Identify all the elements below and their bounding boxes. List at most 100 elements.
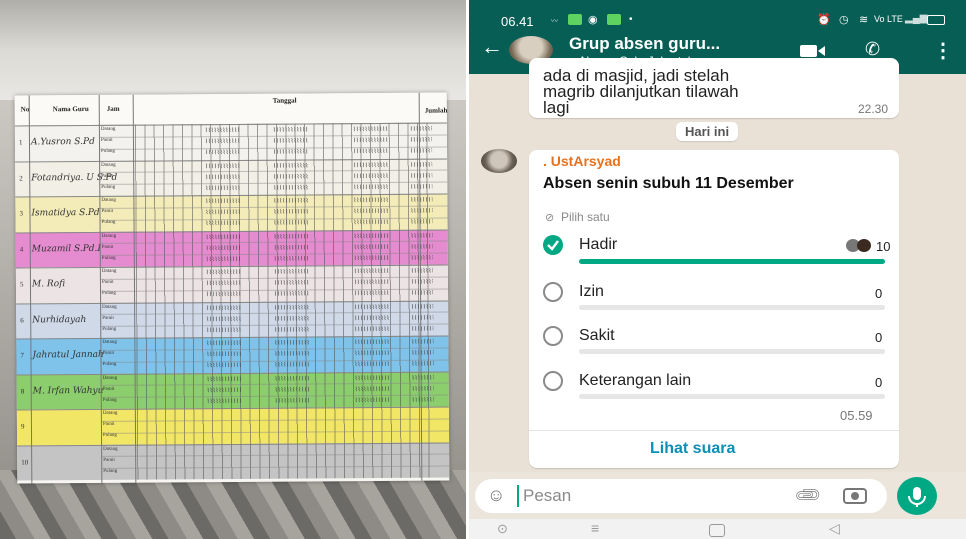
handwritten-signature: ⌇⌇⌇⌇⌇⌇⌇⌇⌇⌇⌇⌇	[206, 350, 242, 359]
text-cursor	[517, 485, 519, 507]
handwritten-signature: ⌇⌇⌇⌇⌇⌇⌇⌇⌇⌇⌇⌇	[204, 137, 241, 146]
teacher-number: 8	[20, 386, 25, 395]
app-notification-icon	[568, 14, 582, 25]
handwritten-signature: ⌇⌇⌇⌇⌇⌇⌇⌇⌇⌇⌇⌇	[410, 232, 433, 240]
handwritten-signature: ⌇⌇⌇⌇⌇⌇⌇⌇⌇⌇⌇⌇	[352, 136, 389, 145]
handwritten-signature: ⌇⌇⌇⌇⌇⌇⌇⌇⌇⌇⌇⌇	[206, 315, 242, 323]
status-wave-icon: 〰	[551, 18, 558, 25]
handwritten-signature: ⌇⌇⌇⌇⌇⌇⌇⌇⌇⌇⌇⌇	[206, 397, 242, 405]
back-arrow-icon[interactable]: ←	[481, 34, 503, 60]
handwritten-signature: ⌇⌇⌇⌇⌇⌇⌇⌇⌇⌇⌇⌇	[274, 290, 310, 298]
teacher-number: 1	[18, 138, 23, 147]
handwritten-signature: ⌇⌇⌇⌇⌇⌇⌇⌇⌇⌇⌇⌇	[353, 161, 389, 169]
handwritten-signature: ⌇⌇⌇⌇⌇⌇⌇⌇⌇⌇⌇⌇	[273, 243, 309, 252]
previous-message-bubble[interactable]: ada di masjid, jadi stelah magrib dilanj…	[529, 58, 899, 118]
poll-option-label[interactable]: Keterangan lain	[579, 372, 691, 390]
handwritten-signature: ⌇⌇⌇⌇⌇⌇⌇⌇⌇⌇⌇⌇	[354, 396, 390, 404]
handwritten-signature: ⌇⌇⌇⌇⌇⌇⌇⌇⌇⌇⌇⌇	[411, 385, 434, 393]
attendance-sheet-photo: No Nama Guru Jam Tanggal Jumlah 1 A.Yusro…	[0, 0, 466, 539]
handwritten-signature: ⌇⌇⌇⌇⌇⌇⌇⌇⌇⌇⌇⌇	[354, 360, 390, 369]
handwritten-signature: ⌇⌇⌇⌇⌇⌇⌇⌇⌇⌇⌇⌇	[410, 172, 433, 180]
time-slot-label: Datang	[102, 339, 117, 345]
voice-message-button[interactable]	[897, 477, 937, 515]
col-jam-label: Jam	[106, 104, 120, 113]
poll-sender[interactable]: . UstArsyad	[543, 153, 621, 169]
handwritten-signature: ⌇⌇⌇⌇⌇⌇⌇⌇⌇⌇⌇⌇	[411, 396, 434, 404]
time-slot-label: Pulang	[103, 468, 118, 474]
teacher-row: 4 Muzamil S.Pd.I Datang Pamit Pulang ⌇⌇⌇⌇⌇⌇⌇⌇…	[15, 228, 448, 268]
poll-option-votes: 0	[875, 375, 883, 390]
poll-option-sakit-radio[interactable]	[543, 326, 563, 346]
handwritten-signature: ⌇⌇⌇⌇⌇⌇⌇⌇⌇⌇⌇⌇	[273, 254, 309, 263]
teacher-number: 9	[20, 422, 25, 431]
poll-option-izin-radio[interactable]	[543, 282, 563, 302]
handwritten-signature: ⌇⌇⌇⌇⌇⌇⌇⌇⌇⌇⌇⌇	[206, 339, 242, 348]
poll-bar-fill	[579, 259, 885, 264]
teacher-row: 3 Ismatidya S.Pd Datang Pamit Pulang ⌇⌇⌇⌇⌇⌇⌇⌇…	[15, 193, 448, 233]
message-line: magrib dilanjutkan tilawah	[543, 82, 739, 101]
handwritten-signature: ⌇⌇⌇⌇⌇⌇⌇⌇⌇⌇⌇⌇	[410, 254, 433, 262]
poll-option-label[interactable]: Hadir	[579, 236, 617, 254]
nav-extra-icon[interactable]: ⊙	[497, 521, 508, 537]
plastic-cover	[0, 0, 466, 100]
handwritten-signature: ⌇⌇⌇⌇⌇⌇⌇⌇⌇⌇⌇⌇	[354, 325, 390, 333]
poll-option-hadir-radio[interactable]	[543, 235, 563, 255]
handwritten-signature: ⌇⌇⌇⌇⌇⌇⌇⌇⌇⌇⌇⌇	[205, 219, 241, 228]
teacher-row: 1 A.Yusron S.Pd Datang Pamit Pulang ⌇⌇⌇⌇⌇⌇⌇⌇⌇…	[14, 122, 448, 162]
time-slot-label: Datang	[102, 410, 118, 416]
group-title[interactable]: Grup absen guru...	[569, 34, 720, 54]
sender-avatar[interactable]	[481, 149, 517, 173]
handwritten-signature: ⌇⌇⌇⌇⌇⌇⌇⌇⌇⌇⌇⌇	[353, 254, 389, 262]
handwritten-signature: ⌇⌇⌇⌇⌇⌇⌇⌇⌇⌇⌇⌇	[354, 314, 390, 322]
video-call-icon[interactable]	[800, 43, 826, 59]
poll-option-label[interactable]: Izin	[579, 283, 604, 301]
alarm-icon: ⏰	[817, 14, 831, 26]
message-input-container[interactable]: ☺ Pesan 📎︎	[475, 479, 887, 513]
handwritten-signature: ⌇⌇⌇⌇⌇⌇⌇⌇⌇⌇⌇⌇	[274, 350, 310, 358]
time-slot-label: Pulang	[103, 432, 117, 438]
time-slot-label: Datang	[100, 126, 116, 132]
handwritten-signature: ⌇⌇⌇⌇⌇⌇⌇⌇⌇⌇⌇⌇	[205, 208, 241, 217]
poll-option-label[interactable]: Sakit	[579, 327, 615, 345]
poll-option-votes: 10	[876, 239, 891, 254]
handwritten-signature: ⌇⌇⌇⌇⌇⌇⌇⌇⌇⌇⌇⌇	[206, 290, 242, 299]
nav-home-icon[interactable]	[709, 524, 725, 537]
poll-option-keterangan-radio[interactable]	[543, 371, 563, 391]
check-double-icon: ⊘	[545, 212, 555, 224]
time-slot-label: Datang	[101, 197, 116, 203]
handwritten-signature: ⌇⌇⌇⌇⌇⌇⌇⌇⌇⌇⌇⌇	[353, 278, 390, 287]
time-slot-label: Datang	[101, 162, 116, 168]
view-votes-button[interactable]: Lihat suara	[650, 440, 735, 458]
col-nama-label: Nama Guru	[52, 104, 89, 114]
camera-icon[interactable]	[843, 488, 867, 504]
teacher-row: 2 Fotandriya. U S.Pd Datang Pamit Pulang ⌇⌇⌇⌇…	[15, 157, 448, 197]
handwritten-signature: ⌇⌇⌇⌇⌇⌇⌇⌇⌇⌇⌇⌇	[272, 126, 309, 134]
nav-back-icon[interactable]: ◁	[829, 520, 840, 537]
time-slot-label: Pamit	[102, 386, 115, 392]
handwritten-signature: ⌇⌇⌇⌇⌇⌇⌇⌇⌇⌇⌇⌇	[273, 208, 309, 216]
handwritten-signature: ⌇⌇⌇⌇⌇⌇⌇⌇⌇⌇⌇⌇	[410, 267, 433, 275]
handwritten-signature: ⌇⌇⌇⌇⌇⌇⌇⌇⌇⌇⌇⌇	[205, 148, 241, 157]
handwritten-signature: ⌇⌇⌇⌇⌇⌇⌇⌇⌇⌇⌇⌇	[205, 279, 242, 288]
teacher-row: 7 Jahratul Jannah Datang Pamit Pulang ⌇⌇⌇⌇⌇⌇⌇…	[16, 335, 449, 375]
nav-recents-icon[interactable]: ≡	[591, 520, 599, 536]
more-options-icon[interactable]: ⋮	[933, 38, 953, 63]
handwritten-signature: ⌇⌇⌇⌇⌇⌇⌇⌇⌇⌇⌇⌇	[205, 255, 241, 263]
handwritten-signature: ⌇⌇⌇⌇⌇⌇⌇⌇⌇⌇⌇⌇	[206, 375, 242, 383]
teacher-row: 9 Datang Pamit Pulang	[16, 406, 450, 446]
time-slot-label: Pulang	[102, 290, 116, 296]
teacher-number: 4	[19, 244, 24, 253]
handwritten-signature: ⌇⌇⌇⌇⌇⌇⌇⌇⌇⌇⌇⌇	[205, 184, 241, 192]
voice-call-icon[interactable]: ✆	[865, 39, 880, 60]
handwritten-signature: ⌇⌇⌇⌇⌇⌇⌇⌇⌇⌇⌇⌇	[205, 162, 241, 170]
handwritten-signature: ⌇⌇⌇⌇⌇⌇⌇⌇⌇⌇⌇⌇	[206, 386, 242, 394]
message-input[interactable]: Pesan	[523, 486, 571, 506]
emoji-icon[interactable]: ☺	[487, 485, 505, 506]
handwritten-signature: ⌇⌇⌇⌇⌇⌇⌇⌇⌇⌇⌇⌇	[273, 279, 310, 287]
teacher-number: 2	[19, 173, 23, 182]
handwritten-signature: ⌇⌇⌇⌇⌇⌇⌇⌇⌇⌇⌇⌇	[410, 278, 433, 286]
attach-icon[interactable]: 📎︎	[793, 480, 824, 511]
time-slot-label: Datang	[101, 268, 117, 274]
handwritten-signature: ⌇⌇⌇⌇⌇⌇⌇⌇⌇⌇⌇⌇	[273, 268, 310, 276]
poll-bubble: . UstArsyad Absen senin subuh 11 Desembe…	[529, 150, 899, 468]
